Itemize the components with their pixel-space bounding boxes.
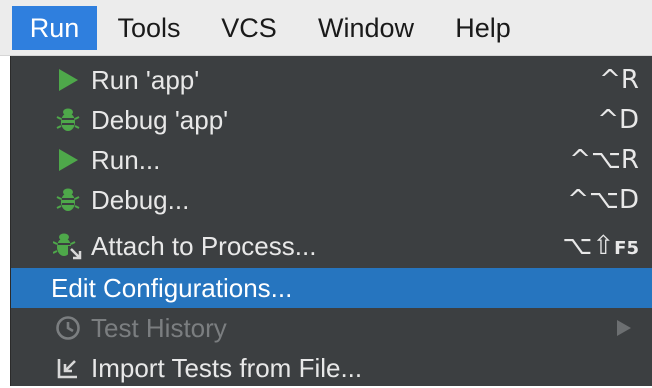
menu-item-label: Debug 'app' <box>91 105 229 135</box>
menu-item-label: Run 'app' <box>91 65 200 95</box>
menu-item-attach-to-process[interactable]: Attach to Process... ⌥⇧F5 <box>11 226 652 266</box>
menu-item-import-tests[interactable]: Import Tests from File... <box>11 348 652 388</box>
shortcut: ^⌥D <box>567 185 639 215</box>
attach-debugger-icon <box>51 231 85 261</box>
shortcut: ^⌥R <box>569 145 639 175</box>
debug-icon <box>51 185 85 215</box>
menu-help[interactable]: Help <box>440 6 526 50</box>
shortcut: ^D <box>597 105 639 135</box>
import-icon <box>51 353 85 383</box>
menu-bar: Run Tools VCS Window Help <box>0 0 652 56</box>
menu-run[interactable]: Run <box>12 6 97 50</box>
shortcut: ^R <box>599 65 639 95</box>
menu-item-label: Import Tests from File... <box>91 353 363 383</box>
history-clock-icon <box>51 313 85 343</box>
menu-item-label: Run... <box>91 145 161 175</box>
menu-item-label: Debug... <box>91 185 190 215</box>
menu-item-label: Attach to Process... <box>91 231 317 261</box>
menu-item-debug-app[interactable]: Debug 'app' ^D <box>11 100 652 140</box>
menu-window[interactable]: Window <box>300 6 432 50</box>
menu-tools[interactable]: Tools <box>103 6 195 50</box>
menu-item-debug-dialog[interactable]: Debug... ^⌥D <box>11 180 652 220</box>
run-dropdown-menu: Run 'app' ^R Debug 'app' ^D Run... ^⌥R D… <box>10 56 652 386</box>
debug-icon <box>51 105 85 135</box>
submenu-arrow-icon <box>617 320 631 336</box>
run-icon <box>51 65 85 95</box>
menu-item-label: Edit Configurations... <box>51 273 293 303</box>
menu-vcs[interactable]: VCS <box>206 6 292 50</box>
menu-item-run-app[interactable]: Run 'app' ^R <box>11 60 652 100</box>
menu-item-label: Test History <box>91 313 227 343</box>
menu-item-test-history[interactable]: Test History <box>11 308 652 348</box>
shortcut: ⌥⇧F5 <box>562 231 639 261</box>
run-icon <box>51 145 85 175</box>
menu-item-edit-configurations[interactable]: Edit Configurations... <box>11 268 652 308</box>
menu-item-run-dialog[interactable]: Run... ^⌥R <box>11 140 652 180</box>
